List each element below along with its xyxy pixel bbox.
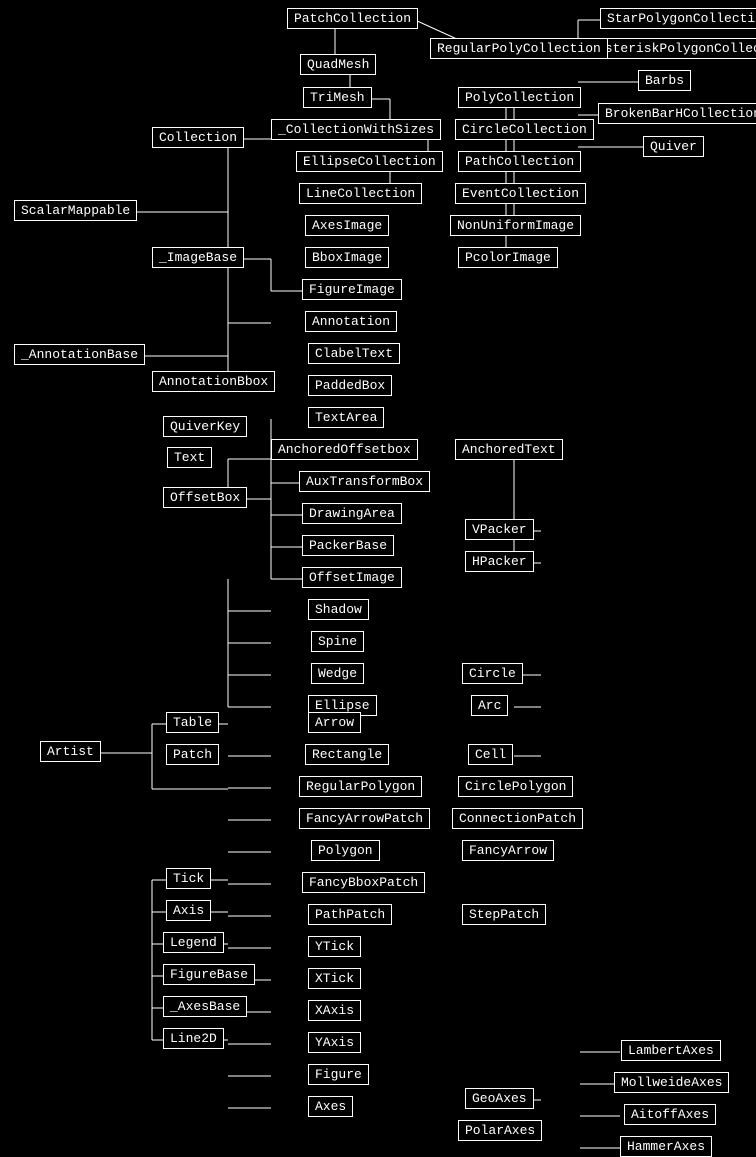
class-node-annotation: Annotation	[305, 311, 397, 332]
class-node-packerbase: PackerBase	[302, 535, 394, 556]
class-node-spine: Spine	[311, 631, 364, 652]
class-node-_collectionwithsizes: _CollectionWithSizes	[271, 119, 441, 140]
class-node-collection: Collection	[152, 127, 244, 148]
class-node-hpacker: HPacker	[465, 551, 534, 572]
class-node-clabeltext: ClabelText	[308, 343, 400, 364]
class-node-vpacker: VPacker	[465, 519, 534, 540]
class-node-nonuniformimage: NonUniformImage	[450, 215, 581, 236]
class-node-pcolorimage: PcolorImage	[458, 247, 558, 268]
class-node-fancyarrow: FancyArrow	[462, 840, 554, 861]
class-node-pathcollection: PathCollection	[458, 151, 581, 172]
class-node-regularpolycollection: RegularPolyCollection	[430, 38, 608, 59]
class-node-patch: Patch	[166, 744, 219, 765]
class-node-paddedbox: PaddedBox	[308, 375, 392, 396]
class-node-connectionpatch: ConnectionPatch	[452, 808, 583, 829]
class-node-quiverkey: QuiverKey	[163, 416, 247, 437]
class-node-auxtransformbox: AuxTransformBox	[299, 471, 430, 492]
class-node-pathpatch: PathPatch	[308, 904, 392, 925]
class-node-eventcollection: EventCollection	[455, 183, 586, 204]
class-node-steppatch: StepPatch	[462, 904, 546, 925]
class-node-annotationbbox: AnnotationBbox	[152, 371, 275, 392]
class-node-fancybboxpatch: FancyBboxPatch	[302, 872, 425, 893]
class-node-line2d: Line2D	[163, 1028, 224, 1049]
class-node-tick: Tick	[166, 868, 211, 889]
class-node-trimesh: TriMesh	[303, 87, 372, 108]
class-node-_imagebase: _ImageBase	[152, 247, 244, 268]
class-node-polaraxes: PolarAxes	[458, 1120, 542, 1141]
class-node-starpolygoncollection: StarPolygonCollection	[600, 8, 756, 29]
class-node-wedge: Wedge	[311, 663, 364, 684]
class-node-xaxis: XAxis	[308, 1000, 361, 1021]
class-node-aitoffaxes: AitoffAxes	[624, 1104, 716, 1125]
class-node-lambertaxes: LambertAxes	[621, 1040, 721, 1061]
class-node-figurebase: FigureBase	[163, 964, 255, 985]
class-node-asteriskpolygoncollection: AsteriskPolygonCollection	[590, 38, 756, 59]
class-node-_annotationbase: _AnnotationBase	[14, 344, 145, 365]
class-node-xtick: XTick	[308, 968, 361, 989]
class-node-anchoredoffsetbox: AnchoredOffsetbox	[271, 439, 418, 460]
class-node-quiver: Quiver	[643, 136, 704, 157]
class-node-offsetimage: OffsetImage	[302, 567, 402, 588]
class-node-geoaxes: GeoAxes	[465, 1088, 534, 1109]
class-node-mollweideaxes: MollweideAxes	[614, 1072, 729, 1093]
class-node-legend: Legend	[163, 932, 224, 953]
class-node-rectangle: Rectangle	[305, 744, 389, 765]
class-node-hammeraxes: HammerAxes	[620, 1136, 712, 1157]
class-node-arrow: Arrow	[308, 712, 361, 733]
class-node-offsetbox: OffsetBox	[163, 487, 247, 508]
class-node-polycollection: PolyCollection	[458, 87, 581, 108]
class-node-text: Text	[167, 447, 212, 468]
class-node-figureimage: FigureImage	[302, 279, 402, 300]
class-node-barbs: Barbs	[638, 70, 691, 91]
class-node-ytick: YTick	[308, 936, 361, 957]
class-node-ellipsecollection: EllipseCollection	[296, 151, 443, 172]
class-node-arc: Arc	[471, 695, 508, 716]
class-node-shadow: Shadow	[308, 599, 369, 620]
class-node-textarea: TextArea	[308, 407, 384, 428]
class-node-fancyarrowpatch: FancyArrowPatch	[299, 808, 430, 829]
class-node-quadmesh: QuadMesh	[300, 54, 376, 75]
class-node-axesimage: AxesImage	[305, 215, 389, 236]
class-node-scalarmappable: ScalarMappable	[14, 200, 137, 221]
class-node-_axesbase: _AxesBase	[163, 996, 247, 1017]
class-node-circlepolygon: CirclePolygon	[458, 776, 573, 797]
class-node-figure: Figure	[308, 1064, 369, 1085]
class-node-axis: Axis	[166, 900, 211, 921]
class-node-circle: Circle	[462, 663, 523, 684]
class-node-axes: Axes	[308, 1096, 353, 1117]
class-node-bboximage: BboxImage	[305, 247, 389, 268]
class-node-yaxis: YAxis	[308, 1032, 361, 1053]
class-node-patchcollection: PatchCollection	[287, 8, 418, 29]
class-node-drawingarea: DrawingArea	[302, 503, 402, 524]
class-node-regularpolygon: RegularPolygon	[299, 776, 422, 797]
class-node-cell: Cell	[468, 744, 513, 765]
class-node-artist: Artist	[40, 741, 101, 762]
class-node-circlecollection: CircleCollection	[455, 119, 594, 140]
class-node-table: Table	[166, 712, 219, 733]
class-node-polygon: Polygon	[311, 840, 380, 861]
class-node-anchoredtext: AnchoredText	[455, 439, 563, 460]
class-node-brokenbarhcollection: BrokenBarHCollection	[598, 103, 756, 124]
class-node-linecollection: LineCollection	[299, 183, 422, 204]
